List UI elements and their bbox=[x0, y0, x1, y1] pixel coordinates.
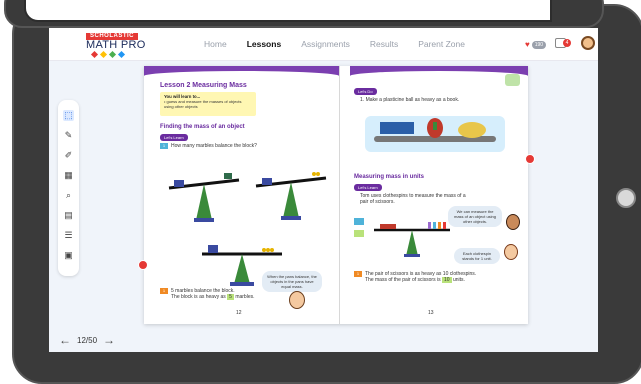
logo-dot bbox=[99, 50, 108, 59]
textbook-spread: Lesson 2 Measuring Mass You will learn t… bbox=[144, 66, 528, 324]
lets-do-tag: Let's Do bbox=[354, 88, 377, 95]
section-title: Measuring mass in units bbox=[354, 174, 425, 180]
answer-blank[interactable]: 5 bbox=[227, 294, 234, 300]
app-logo[interactable]: SCHOLASTIC MATH PRO bbox=[86, 33, 146, 59]
page-header-wave bbox=[144, 66, 339, 81]
page-header-wave bbox=[350, 66, 528, 81]
comment-marker[interactable] bbox=[525, 154, 535, 164]
question-number: 1 bbox=[160, 143, 168, 149]
video-icon[interactable] bbox=[505, 74, 520, 86]
character-boy bbox=[289, 291, 305, 309]
section-title: Finding the mass of an object bbox=[160, 124, 245, 130]
answer-blank[interactable]: 10 bbox=[441, 277, 452, 283]
table-icon[interactable]: ▦ bbox=[63, 170, 74, 181]
nav-parent-zone[interactable]: Parent Zone bbox=[418, 39, 465, 49]
product-name: MATH PRO bbox=[86, 39, 146, 51]
home-button[interactable] bbox=[616, 188, 636, 208]
hearts-count: 190 bbox=[531, 40, 547, 49]
task-number: 1. bbox=[360, 97, 365, 103]
right-page: Let's Do 1. Make a plasticine ball as he… bbox=[340, 66, 528, 324]
notifications-badge: 4 bbox=[563, 39, 571, 47]
question-line: 1 How many marbles balance the block? bbox=[160, 143, 257, 149]
answer-line-2: The block is as heavy as bbox=[171, 294, 226, 300]
lesson-title: Lesson 2 Measuring Mass bbox=[160, 82, 247, 89]
task-text: Make a plasticine ball as heavy as a boo… bbox=[365, 97, 460, 103]
logo-dot bbox=[117, 50, 126, 59]
background-tablet-screen bbox=[24, 0, 552, 22]
logo-dots bbox=[90, 50, 146, 59]
scale-1 bbox=[168, 173, 240, 222]
book-plasticine-scale bbox=[365, 116, 505, 152]
learning-goals-box: You will learn to... • guess and measure… bbox=[160, 92, 256, 116]
lets-learn-tag: Let's Learn bbox=[160, 134, 188, 141]
left-page: Lesson 2 Measuring Mass You will learn t… bbox=[144, 66, 339, 324]
abacus-icon[interactable]: ☰ bbox=[63, 230, 74, 241]
page-navigator: ← 12/50 → bbox=[59, 333, 115, 347]
character-girl bbox=[506, 214, 520, 230]
nav-results[interactable]: Results bbox=[370, 39, 398, 49]
app-screen: SCHOLASTIC MATH PRO Home Lessons Assignm… bbox=[49, 28, 598, 352]
balance-scales-illustration bbox=[168, 172, 327, 286]
answer-block: 15 marbles balance the block. The block … bbox=[160, 288, 255, 300]
next-page-button[interactable]: → bbox=[103, 333, 115, 347]
calculator-icon[interactable]: ▤ bbox=[63, 210, 74, 221]
nav-assignments[interactable]: Assignments bbox=[301, 39, 350, 49]
answer-line-2: The mass of the pair of scissors is bbox=[365, 277, 441, 283]
heart-icon: ♥ bbox=[525, 40, 530, 49]
body-text: Tom uses clothespins to measure the mass… bbox=[360, 193, 466, 205]
answer-number: 1 bbox=[160, 288, 168, 294]
answer-tail: marbles. bbox=[235, 294, 255, 300]
page-counter: 12/50 bbox=[77, 335, 98, 345]
page-number: 12 bbox=[236, 310, 242, 316]
learn-point: using other objects bbox=[164, 104, 198, 109]
select-icon[interactable]: ⬚ bbox=[63, 110, 74, 121]
nav-lessons[interactable]: Lessons bbox=[247, 39, 282, 49]
tool-palette: ⬚ ✎ ✐ ▦ ⌕ ▤ ☰ ▣ bbox=[58, 100, 79, 276]
hint-bubble-bottom: Each clothespin stands for 1 unit. bbox=[454, 248, 500, 264]
question-text: How many marbles balance the block? bbox=[171, 143, 257, 149]
nav-home[interactable]: Home bbox=[204, 39, 227, 49]
answer-block: 1 The pair of scissors is as heavy as 10 … bbox=[354, 271, 476, 283]
hearts-counter[interactable]: ♥ 190 bbox=[525, 40, 547, 49]
ruler-icon[interactable]: ▣ bbox=[63, 250, 74, 261]
hint-bubble-top: We can measure the mass of an object usi… bbox=[448, 206, 502, 227]
prev-page-button[interactable]: ← bbox=[59, 333, 71, 347]
task-line: 1. Make a plasticine ball as heavy as a … bbox=[360, 97, 459, 103]
main-nav: Home Lessons Assignments Results Parent … bbox=[204, 39, 485, 49]
logo-dot bbox=[90, 50, 99, 59]
zoom-icon[interactable]: ⌕ bbox=[63, 190, 74, 201]
lets-learn-tag: Let's Learn bbox=[354, 184, 382, 191]
logo-dot bbox=[108, 50, 117, 59]
hint-bubble: When the pans balance, the objects in th… bbox=[262, 271, 322, 292]
highlighter-icon[interactable]: ✐ bbox=[63, 150, 74, 161]
character-boy bbox=[504, 244, 518, 260]
tablet-device: SCHOLASTIC MATH PRO Home Lessons Assignm… bbox=[0, 0, 641, 384]
body-line-2: pair of scissors. bbox=[360, 199, 395, 205]
answer-tail: units. bbox=[452, 277, 465, 283]
page-number: 13 bbox=[428, 310, 434, 316]
top-bar: SCHOLASTIC MATH PRO Home Lessons Assignm… bbox=[49, 28, 598, 61]
scale-2 bbox=[255, 172, 327, 220]
comment-marker[interactable] bbox=[138, 260, 148, 270]
user-avatar[interactable] bbox=[581, 36, 595, 50]
pencil-icon[interactable]: ✎ bbox=[63, 130, 74, 141]
answer-number: 1 bbox=[354, 271, 362, 277]
